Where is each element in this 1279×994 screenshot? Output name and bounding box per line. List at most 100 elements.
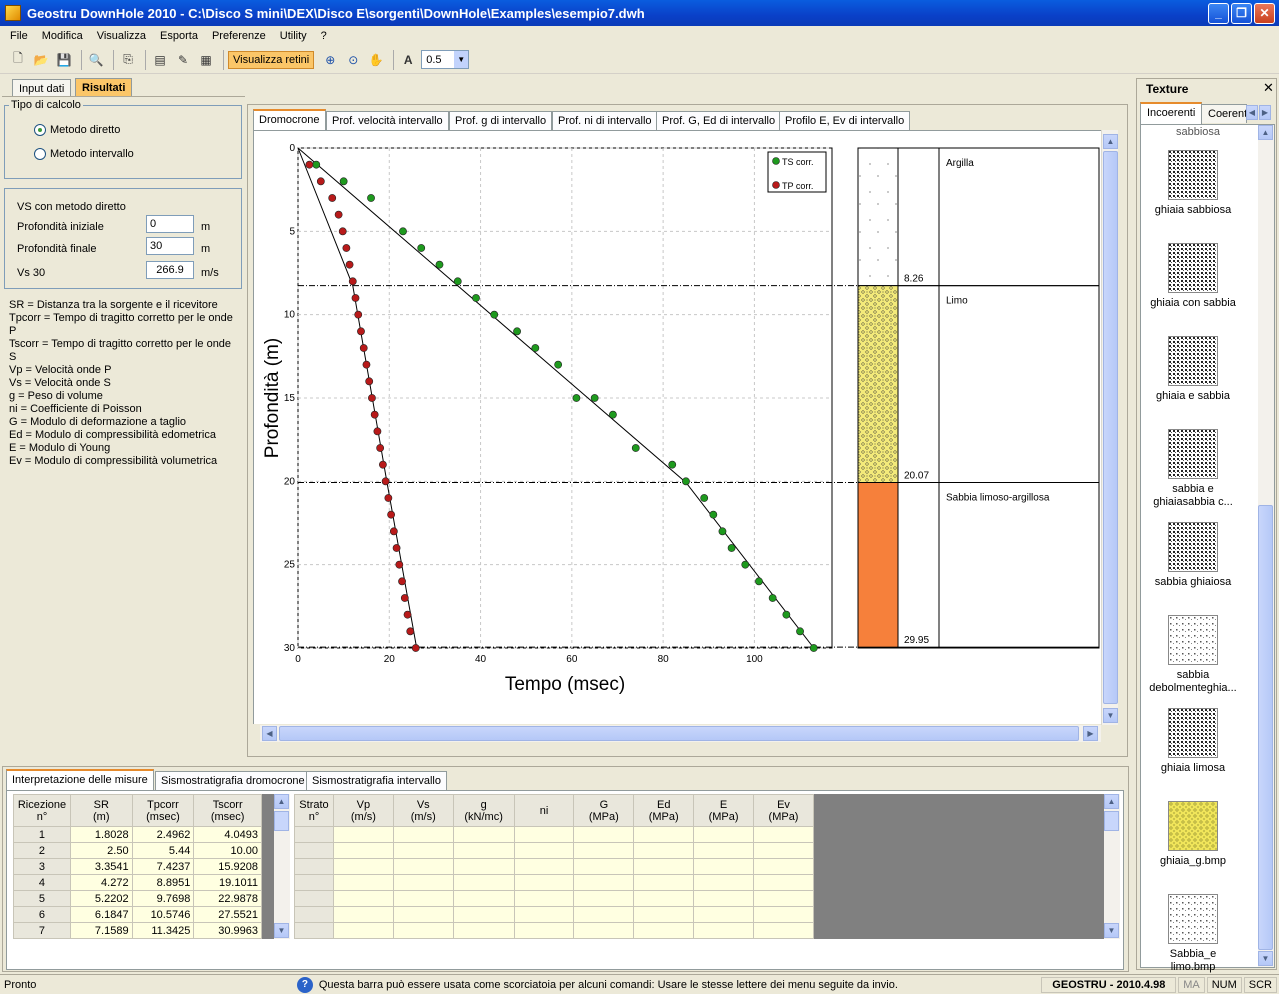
tab-prof-g[interactable]: Prof. g di intervallo — [449, 111, 553, 130]
font-size-icon[interactable]: A — [398, 50, 418, 70]
tab-prof-g-ed[interactable]: Prof. G, Ed di intervallo — [656, 111, 782, 130]
scroll-up-icon[interactable]: ▲ — [1103, 134, 1118, 149]
scroll-thumb[interactable] — [1258, 505, 1273, 950]
help-icon[interactable]: ? — [297, 976, 313, 993]
menu-preferenze[interactable]: Preferenze — [205, 30, 273, 42]
tab-coerenti[interactable]: Coerenti — [1201, 104, 1247, 123]
texture-item[interactable]: ghiaia con sabbia — [1148, 243, 1238, 310]
vs30-input[interactable]: 266.9 — [146, 261, 194, 279]
table-row[interactable]: 5 5.2202 9.7698 22.9878 — [13, 890, 262, 907]
table-row[interactable]: 4 4.272 8.8951 19.1011 — [13, 874, 262, 891]
table-row[interactable] — [294, 842, 814, 859]
tab-left-icon[interactable]: ◀ — [1246, 105, 1258, 120]
tab-incoerenti[interactable]: Incoerenti — [1140, 102, 1203, 124]
table-row[interactable] — [294, 890, 814, 907]
table-row[interactable]: 3 3.3541 7.4237 15.9208 — [13, 858, 262, 875]
texture-item[interactable]: ghiaia_g.bmp — [1148, 801, 1238, 868]
tab-sismostratigrafia-intervallo[interactable]: Sismostratigrafia intervallo — [306, 771, 447, 791]
y-axis-label: Profondità (m) — [262, 338, 283, 458]
table-row[interactable]: 2 2.50 5.44 10.00 — [13, 842, 262, 859]
data-point — [406, 627, 415, 636]
tab-prof-velocita[interactable]: Prof. velocità intervallo — [326, 111, 449, 130]
prof-finale-input[interactable]: 30 — [146, 237, 194, 255]
table-row[interactable] — [294, 858, 814, 875]
data-point — [700, 494, 709, 502]
close-button[interactable]: ✕ — [1254, 2, 1275, 24]
table-row[interactable] — [294, 874, 814, 891]
hscroll-thumb[interactable] — [279, 726, 1079, 741]
restore-button[interactable]: ❐ — [1231, 2, 1252, 24]
calculator-icon[interactable]: ▦ — [196, 50, 216, 70]
minimize-button[interactable]: _ — [1208, 2, 1229, 24]
scroll-thumb[interactable] — [1103, 151, 1118, 704]
menu-help[interactable]: ? — [314, 30, 334, 42]
scroll-right-icon[interactable]: ▶ — [1083, 726, 1098, 741]
title-bar: Geostru DownHole 2010 - C:\Disco S mini\… — [0, 0, 1279, 26]
texture-item[interactable]: sabbia debolmenteghia... — [1148, 615, 1238, 695]
table-row[interactable]: 1 1.8028 2.4962 4.0493 — [13, 826, 262, 843]
y-tick-label: 20 — [284, 476, 296, 487]
data-point — [345, 260, 354, 269]
print-preview-icon[interactable]: 🔍 — [86, 50, 106, 70]
zoom-fit-icon[interactable]: ⊙ — [343, 50, 363, 70]
new-file-icon[interactable]: 🗋 — [8, 50, 28, 70]
visualizza-retini-button[interactable]: Visualizza retini — [228, 50, 315, 69]
menu-file[interactable]: File — [0, 30, 35, 42]
zoom-select[interactable]: 0.5 ▼ — [421, 50, 470, 69]
data-point — [590, 394, 599, 402]
table-row[interactable]: 7 7.1589 11.3425 30.9963 — [13, 922, 262, 939]
scroll-down-icon[interactable]: ▼ — [1258, 951, 1273, 966]
edit-icon[interactable]: ✎ — [173, 50, 193, 70]
data-point — [782, 610, 791, 619]
stratum-depth-label: 20.07 — [904, 471, 929, 482]
scroll-left-icon[interactable]: ◀ — [262, 726, 277, 741]
table-row[interactable] — [294, 922, 814, 939]
tab-sismostratigrafia-dromocrone[interactable]: Sismostratigrafia dromocrone — [155, 771, 311, 791]
tab-risultati[interactable]: Risultati — [75, 78, 133, 98]
tab-dromocrone[interactable]: Dromocrone — [253, 109, 326, 130]
tab-right-icon[interactable]: ▶ — [1259, 105, 1271, 120]
texture-item[interactable]: sabbia ghiaiosa — [1148, 522, 1238, 589]
texture-item[interactable]: ghiaia limosa — [1148, 708, 1238, 775]
menu-visualizza[interactable]: Visualizza — [90, 30, 153, 42]
meas-vscroll[interactable]: ▲ ▼ — [274, 794, 290, 939]
save-icon[interactable]: 💾 — [54, 50, 74, 70]
scroll-up-icon[interactable]: ▲ — [1104, 794, 1119, 809]
radio-metodo-diretto[interactable]: Metodo diretto — [34, 124, 120, 136]
scroll-thumb[interactable] — [274, 811, 289, 831]
data-point — [727, 544, 736, 552]
menu-utility[interactable]: Utility — [273, 30, 314, 42]
scroll-up-icon[interactable]: ▲ — [274, 794, 289, 809]
tab-interpretazione[interactable]: Interpretazione delle misure — [6, 769, 154, 791]
chart-hscroll[interactable]: ◀ ▶ — [260, 725, 1101, 742]
strat-vscroll[interactable]: ▲ ▼ — [1104, 794, 1120, 939]
scroll-down-icon[interactable]: ▼ — [1103, 708, 1118, 723]
scroll-thumb[interactable] — [1104, 811, 1119, 831]
copy-icon[interactable]: ⎘ — [118, 50, 138, 70]
texture-vscroll[interactable]: ▲ ▼ — [1258, 125, 1274, 967]
menu-esporta[interactable]: Esporta — [153, 30, 205, 42]
texture-item[interactable]: sabbia e ghiaiasabbia c... — [1148, 429, 1238, 509]
legend-line: E = Modulo di Young — [9, 442, 111, 454]
radio-metodo-intervallo[interactable]: Metodo intervallo — [34, 148, 134, 160]
table-row[interactable]: 6 6.1847 10.5746 27.5521 — [13, 906, 262, 923]
table-row[interactable] — [294, 906, 814, 923]
scroll-down-icon[interactable]: ▼ — [274, 923, 289, 938]
texture-item[interactable]: ghiaia e sabbia — [1148, 336, 1238, 403]
texture-close-icon[interactable]: ✕ — [1263, 80, 1274, 96]
scroll-down-icon[interactable]: ▼ — [1104, 923, 1119, 938]
toolbar: 🗋 📂 💾 🔍 ⎘ ▤ ✎ ▦ Visualizza retini ⊕ ⊙ ✋ … — [0, 46, 1279, 74]
menu-modifica[interactable]: Modifica — [35, 30, 90, 42]
pan-hand-icon[interactable]: ✋ — [366, 50, 386, 70]
tab-profilo-e-ev[interactable]: Profilo E, Ev di intervallo — [779, 111, 911, 130]
texture-item[interactable]: ghiaia sabbiosa — [1148, 150, 1238, 217]
texture-item[interactable]: Sabbia_e limo.bmp — [1148, 894, 1238, 974]
tab-prof-ni[interactable]: Prof. ni di intervallo — [552, 111, 658, 130]
chart-vscroll[interactable]: ▲ ▼ — [1101, 130, 1118, 725]
scroll-up-icon[interactable]: ▲ — [1258, 125, 1273, 140]
table-row[interactable] — [294, 826, 814, 843]
open-folder-icon[interactable]: 📂 — [31, 50, 51, 70]
document-icon[interactable]: ▤ — [150, 50, 170, 70]
prof-iniziale-input[interactable]: 0 — [146, 215, 194, 233]
zoom-in-icon[interactable]: ⊕ — [320, 50, 340, 70]
